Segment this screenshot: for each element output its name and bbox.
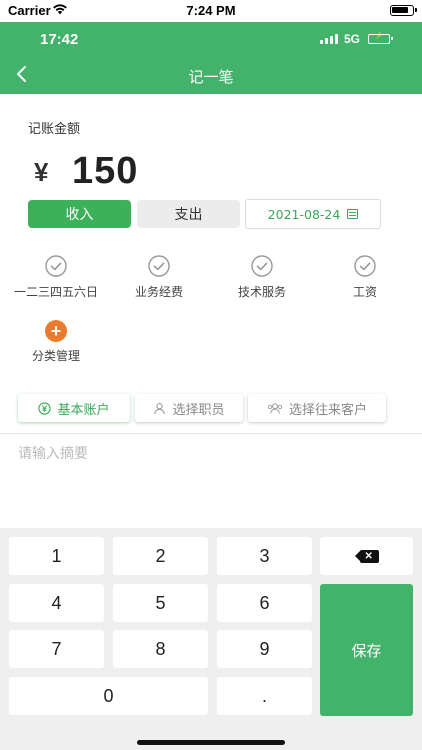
date-value: 2021-08-24: [267, 206, 341, 222]
yen-circle-icon: [38, 401, 52, 415]
app-header: 17:42 5G ⚡ 记一笔: [0, 22, 422, 94]
key-0[interactable]: 0: [9, 677, 208, 715]
key-4[interactable]: 4: [9, 584, 104, 622]
charging-battery-icon: ⚡: [368, 32, 393, 44]
key-6[interactable]: 6: [217, 584, 312, 622]
key-2[interactable]: 2: [113, 537, 208, 575]
check-circle-icon: [45, 255, 67, 277]
category-label: 分类管理: [31, 349, 80, 363]
calendar-icon: [347, 209, 359, 219]
key-3[interactable]: 3: [217, 537, 312, 575]
save-button[interactable]: 保存: [320, 584, 413, 716]
amount-label: 记账金额: [28, 122, 81, 137]
expense-button[interactable]: 支出: [137, 200, 240, 228]
network-label: 5G: [344, 32, 361, 46]
memo-input[interactable]: [18, 442, 408, 466]
client-label: 选择往来客户: [288, 402, 367, 418]
key-5[interactable]: 5: [113, 584, 208, 622]
category-label: 技术服务: [237, 285, 286, 299]
group-icon: [267, 402, 283, 414]
income-button[interactable]: 收入: [28, 200, 131, 228]
amount-value[interactable]: 150: [72, 150, 138, 193]
page-title: 记一笔: [188, 68, 234, 86]
currency-symbol: ¥: [34, 157, 49, 187]
key-8[interactable]: 8: [113, 630, 208, 668]
divider: [0, 433, 422, 434]
category-item[interactable]: 一二三四五六日: [6, 254, 106, 300]
category-item[interactable]: 技术服务: [212, 254, 312, 300]
staff-selector[interactable]: 选择职员: [135, 394, 243, 422]
home-indicator: [137, 740, 285, 745]
category-item[interactable]: 工资: [315, 254, 415, 300]
category-label: 业务经费: [134, 285, 183, 299]
account-selector[interactable]: 基本账户: [18, 394, 130, 422]
backspace-icon: ✕: [354, 549, 379, 563]
plus-circle-icon: +: [45, 320, 67, 342]
app-status-bar: 17:42 5G ⚡: [0, 22, 422, 56]
signal-icon: [320, 34, 338, 44]
check-circle-icon: [148, 255, 170, 277]
check-circle-icon: [354, 255, 376, 277]
key-1[interactable]: 1: [9, 537, 104, 575]
app-time: 17:42: [40, 31, 79, 48]
key-decimal[interactable]: .: [217, 677, 312, 715]
delete-key[interactable]: ✕: [320, 537, 413, 575]
numeric-keypad: 1 2 3 ✕ 4 5 6 7 8 9 0 . 保存: [0, 528, 422, 750]
person-icon: [154, 402, 166, 414]
key-7[interactable]: 7: [9, 630, 104, 668]
category-label: 一二三四五六日: [13, 285, 98, 299]
key-9[interactable]: 9: [217, 630, 312, 668]
check-circle-icon: [251, 255, 273, 277]
ios-status-bar: Carrier 7:24 PM: [0, 0, 422, 22]
date-picker[interactable]: 2021-08-24: [245, 199, 381, 229]
category-item[interactable]: 业务经费: [109, 254, 209, 300]
account-label: 基本账户: [57, 402, 110, 418]
category-manage-button[interactable]: + 分类管理: [6, 320, 106, 364]
staff-label: 选择职员: [172, 402, 225, 418]
client-selector[interactable]: 选择往来客户: [248, 394, 386, 422]
category-label: 工资: [352, 285, 377, 299]
ios-time: 7:24 PM: [186, 3, 236, 18]
battery-icon: [390, 5, 417, 16]
